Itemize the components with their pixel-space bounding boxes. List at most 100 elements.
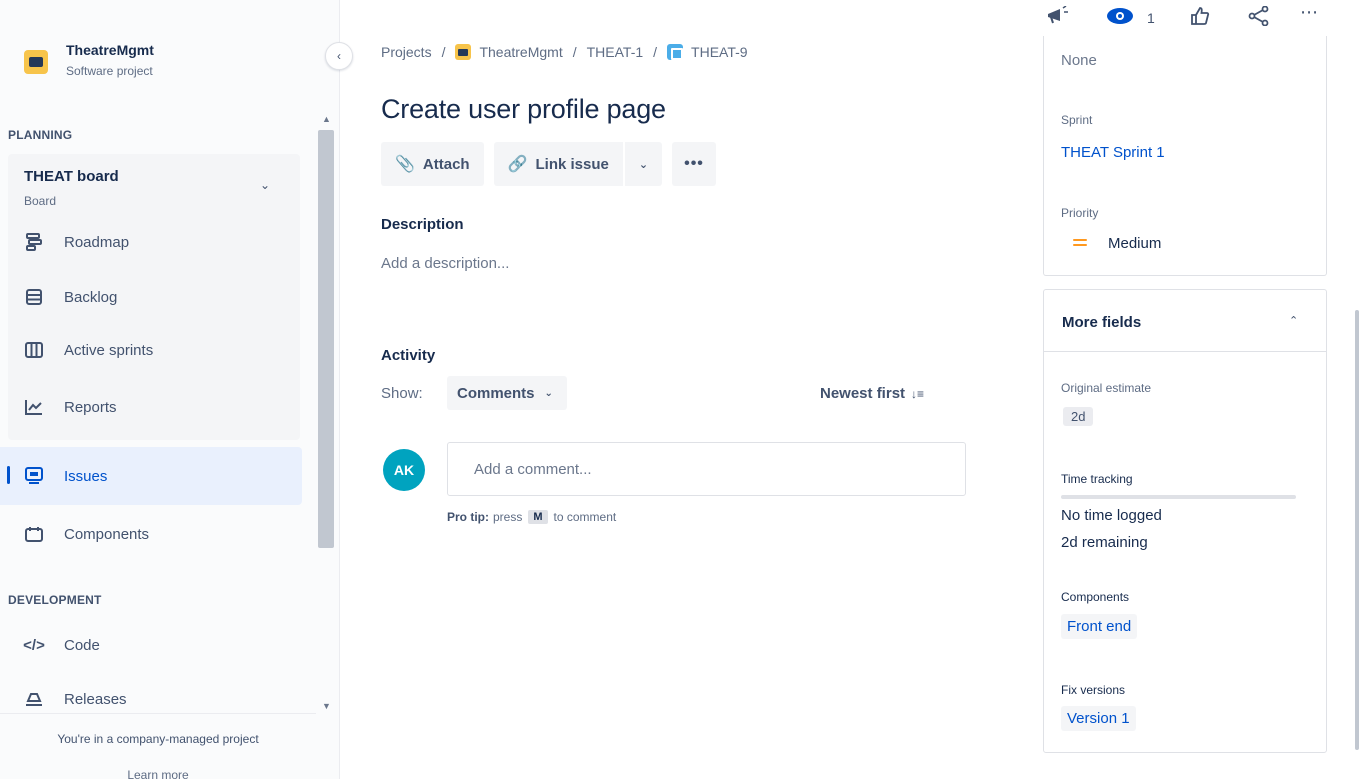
board-selector-subtitle: Board (24, 194, 57, 208)
sidebar-item-code[interactable]: </> Code (23, 631, 100, 659)
project-name: TheatreMgmt (66, 42, 154, 58)
sidebar-item-releases[interactable]: Releases (24, 685, 127, 713)
chevron-down-icon: ⌄ (638, 158, 649, 171)
eye-icon[interactable] (1106, 6, 1134, 31)
original-estimate-value[interactable]: 2d (1063, 407, 1094, 426)
chevron-up-icon[interactable]: ⌃ (1289, 314, 1298, 327)
sort-order-label: Newest first (820, 385, 906, 402)
components-icon (24, 524, 44, 544)
thumbs-up-icon[interactable] (1190, 6, 1210, 31)
component-front-end-link[interactable]: Front end (1061, 614, 1138, 639)
sidebar-item-backlog[interactable]: Backlog (24, 283, 117, 311)
time-remaining: 2d remaining (1061, 534, 1148, 551)
sort-order-button[interactable]: Newest first ↓≡ (820, 385, 924, 402)
link-issue-dropdown-button[interactable]: ⌄ (624, 142, 663, 186)
project-logo-icon (24, 50, 48, 74)
sidebar-item-reports[interactable]: Reports (24, 393, 117, 421)
sidebar-scrollbar[interactable]: ▲ ▼ (316, 108, 338, 713)
learn-more-link[interactable]: Learn more (0, 768, 316, 779)
paperclip-icon: 📎 (395, 156, 415, 173)
share-icon[interactable] (1248, 5, 1270, 31)
more-actions-button[interactable]: ••• (672, 142, 716, 186)
backlog-icon (24, 287, 44, 307)
scrollbar-thumb[interactable] (318, 130, 334, 548)
sort-icon: ↓≡ (911, 386, 925, 401)
chevron-left-icon: ‹ (337, 49, 341, 63)
sidebar-item-label: Issues (64, 467, 108, 485)
attach-label: Attach (422, 155, 470, 173)
link-issue-split-button: 🔗 Link issue ⌄ (493, 142, 663, 186)
show-label: Show: (381, 385, 423, 402)
watcher-count[interactable]: 1 (1147, 10, 1155, 26)
sprint-label: Sprint (1061, 113, 1093, 127)
original-estimate-label: Original estimate (1061, 381, 1152, 395)
sidebar-footer: You're in a company-managed project Lear… (0, 713, 316, 779)
breadcrumb: Projects / TheatreMgmt / THEAT-1 / THEAT… (381, 44, 748, 60)
sidebar-item-components[interactable]: Components (24, 520, 149, 548)
activity-filter-select[interactable]: Comments ⌄ (447, 376, 567, 410)
avatar[interactable]: AK (383, 449, 425, 491)
sidebar-item-issues[interactable]: Issues (24, 462, 107, 490)
sidebar-item-label: Code (64, 636, 100, 654)
link-icon: 🔗 (507, 156, 528, 173)
time-tracking-bar[interactable] (1061, 495, 1296, 499)
breadcrumb-separator: / (441, 44, 446, 60)
sidebar-item-active-sprints[interactable]: Active sprints (24, 336, 153, 364)
breadcrumb-project[interactable]: TheatreMgmt (479, 44, 562, 60)
pro-tip: Pro tip: press M to comment (447, 510, 616, 524)
scroll-down-arrow-icon[interactable]: ▼ (322, 701, 331, 711)
breadcrumb-projects[interactable]: Projects (381, 44, 432, 60)
pro-tip-press: press (493, 510, 523, 524)
activity-label: Activity (381, 347, 436, 364)
activity-filter-value: Comments (457, 384, 535, 402)
chevron-down-icon: ⌄ (544, 387, 553, 399)
more-horizontal-icon[interactable]: ⋯ (1300, 2, 1319, 23)
pro-tip-suffix: to comment (553, 510, 617, 524)
roadmap-icon (24, 232, 44, 252)
code-icon: </> (23, 636, 45, 654)
more-fields-title: More fields (1062, 314, 1142, 331)
scroll-up-arrow-icon[interactable]: ▲ (322, 114, 331, 124)
feedback-megaphone-icon[interactable] (1046, 5, 1070, 31)
description-label: Description (381, 216, 464, 233)
sidebar-item-label: Reports (64, 398, 117, 416)
sidebar-item-label: Releases (64, 690, 127, 708)
project-logo-icon (455, 44, 472, 60)
issue-title[interactable]: Create user profile page (381, 94, 666, 125)
right-panel-scrollbar[interactable] (1355, 310, 1359, 750)
attach-button[interactable]: 📎 Attach (381, 142, 484, 186)
time-logged: No time logged (1061, 507, 1162, 524)
description-input[interactable]: Add a description... (381, 255, 509, 272)
pro-tip-label: Pro tip: (447, 510, 489, 524)
pro-tip-key: M (528, 510, 548, 524)
sidebar-item-roadmap[interactable]: Roadmap (24, 228, 129, 256)
priority-medium-icon (1073, 238, 1087, 248)
sidebar-item-label: Roadmap (64, 233, 130, 251)
breadcrumb-parent-issue[interactable]: THEAT-1 (587, 44, 644, 60)
sprint-value-link[interactable]: THEAT Sprint 1 (1061, 144, 1165, 161)
priority-label: Priority (1061, 206, 1099, 220)
active-nav-indicator (7, 466, 10, 484)
breadcrumb-issue-key[interactable]: THEAT-9 (691, 44, 748, 60)
priority-value[interactable]: Medium (1108, 235, 1161, 252)
breadcrumb-separator: / (653, 44, 658, 60)
sidebar-item-label: Components (64, 525, 150, 543)
more-fields-header[interactable]: More fields ⌃ (1044, 290, 1326, 352)
components-label: Components (1061, 590, 1130, 604)
issue-top-actions (1040, 6, 1330, 36)
collapse-sidebar-button[interactable]: ‹ (325, 42, 353, 70)
time-tracking-label: Time tracking (1061, 472, 1133, 486)
comment-input[interactable]: Add a comment... (447, 442, 966, 496)
field-value-none[interactable]: None (1061, 52, 1097, 69)
chevron-down-icon[interactable]: ⌄ (260, 178, 270, 192)
company-managed-note: You're in a company-managed project (57, 732, 259, 746)
link-issue-button[interactable]: 🔗 Link issue (493, 142, 623, 186)
project-header[interactable]: TheatreMgmt Software project (24, 42, 154, 78)
board-selector-title[interactable]: THEAT board (24, 168, 119, 185)
fix-version-link[interactable]: Version 1 (1061, 706, 1136, 731)
releases-icon (24, 689, 44, 709)
sidebar-item-label: Active sprints (64, 341, 154, 359)
breadcrumb-separator: / (572, 44, 577, 60)
task-type-icon[interactable] (667, 44, 684, 60)
sidebar-item-label: Backlog (64, 288, 118, 306)
